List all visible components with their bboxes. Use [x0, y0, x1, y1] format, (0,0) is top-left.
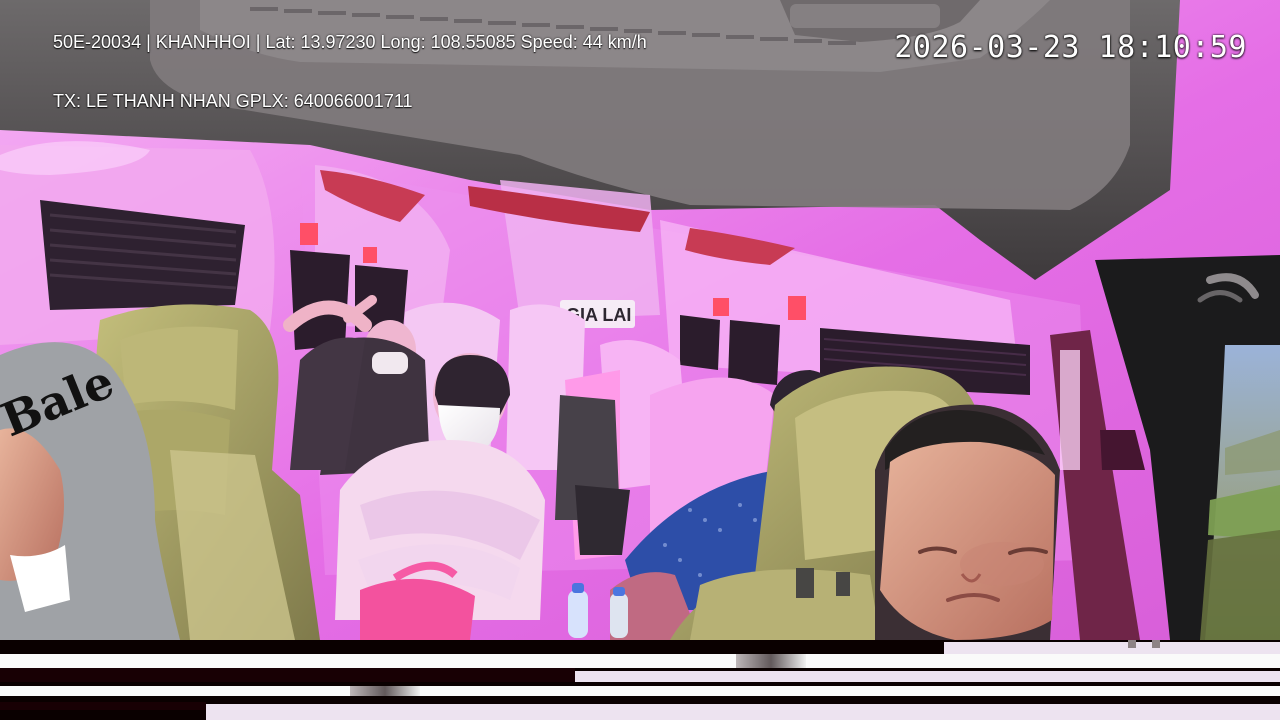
- video-glitch-zone: [0, 640, 1280, 720]
- dashcam-frame: GIA LAI Bale 50E-20034 | KHANHHOI | Lat:…: [0, 0, 1280, 720]
- camera-timestamp: 2026-03-23 18:10:59: [894, 30, 1247, 65]
- glitch-bar: [0, 702, 206, 710]
- glitch-bar: [0, 654, 1280, 668]
- glitch-bar: [944, 642, 1280, 654]
- glitch-pixel: [1128, 640, 1136, 648]
- glitch-bar: [350, 686, 420, 696]
- glitch-bar: [206, 704, 1280, 720]
- camera-overlay-info: 50E-20034 | KHANHHOI | Lat: 13.97230 Lon…: [53, 32, 647, 111]
- glitch-bar: [0, 686, 1280, 696]
- glitch-pixel: [1152, 640, 1160, 648]
- driver-info-line: TX: LE THANH NHAN GPLX: 640066001711: [53, 91, 413, 111]
- vehicle-info-line: 50E-20034 | KHANHHOI | Lat: 13.97230 Lon…: [53, 32, 647, 52]
- glitch-bar: [0, 668, 575, 682]
- glitch-bar: [736, 654, 806, 668]
- glitch-bar: [575, 671, 1280, 682]
